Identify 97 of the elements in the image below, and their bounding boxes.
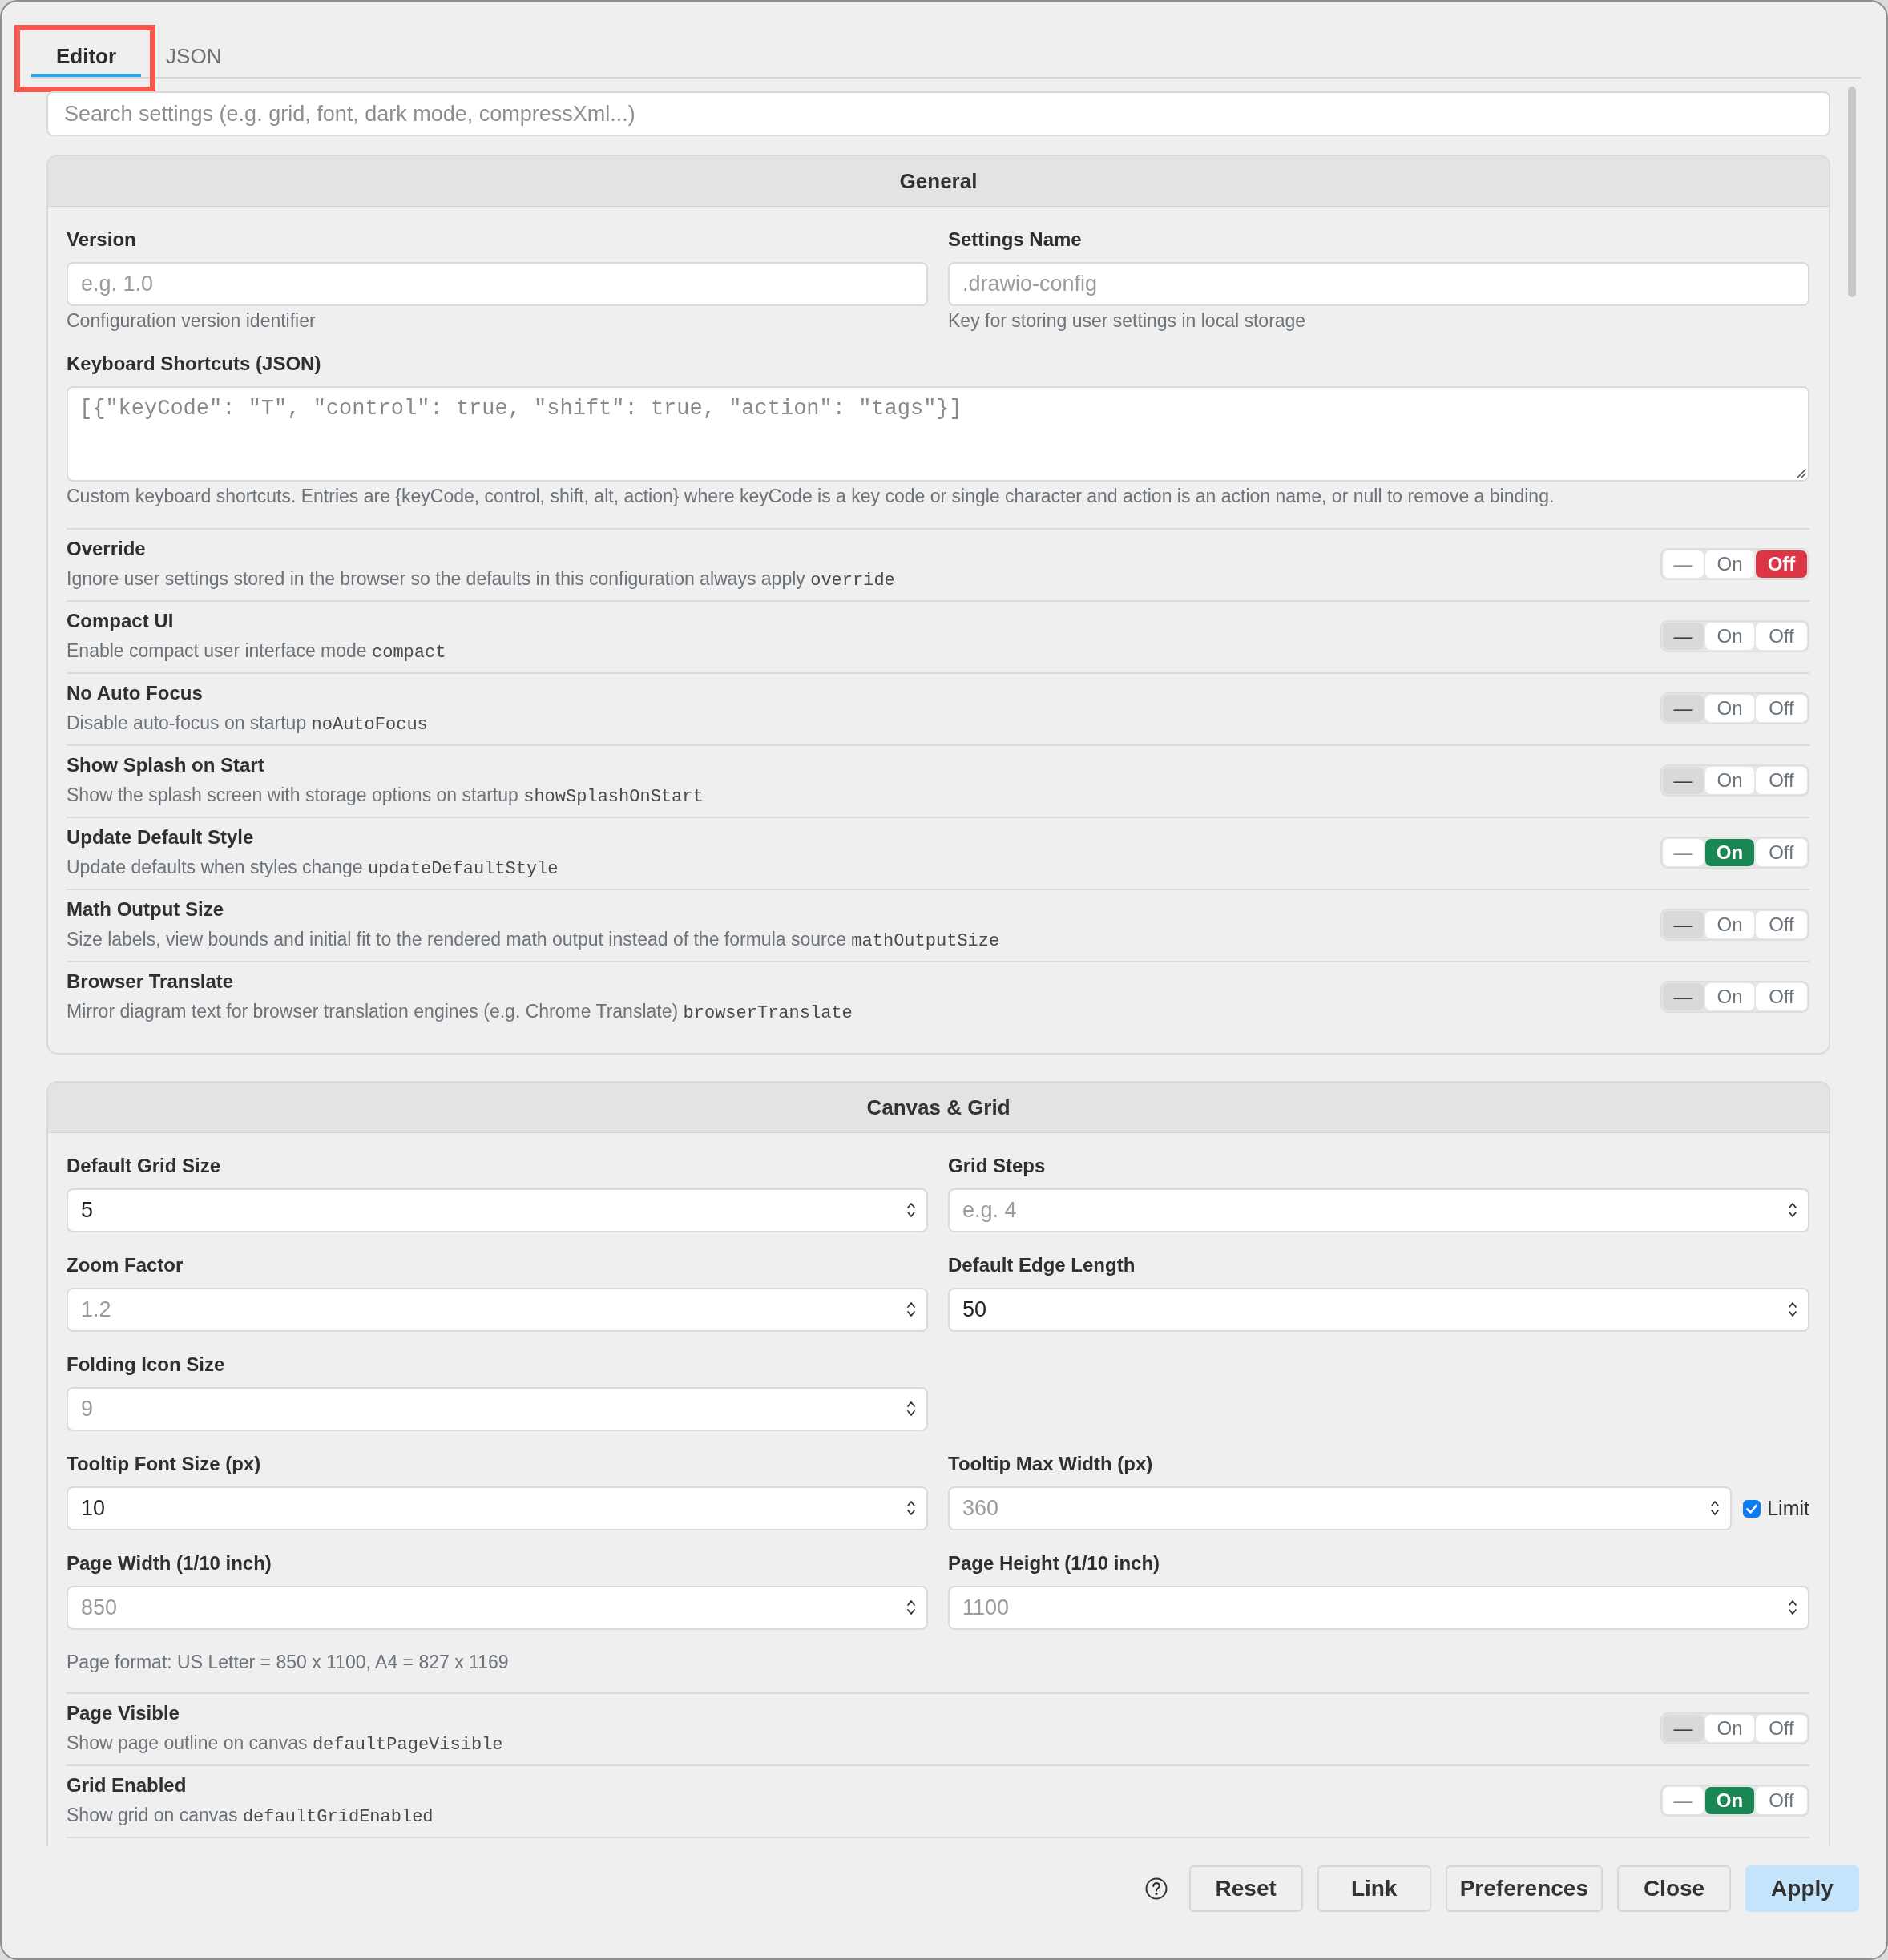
stepper-icon[interactable]	[1710, 1499, 1721, 1517]
search-field[interactable]: Search settings (e.g. grid, font, dark mode, compressXml...)	[46, 91, 1830, 136]
setting-title: Page Visible	[67, 1702, 180, 1724]
setting-title: No Auto Focus	[67, 682, 203, 704]
setting-description: Show grid on canvas defaultGridEnabled	[67, 1804, 434, 1826]
setting-description: Size labels, view bounds and initial fit to the rendered math output instead of the formula source mathOutputSize	[67, 928, 1000, 950]
textarea-field[interactable]: [{"keyCode": "T", "control": true, "shift": true, "action": "tags"}]	[67, 386, 1809, 482]
number-field[interactable]: 1100	[948, 1586, 1809, 1630]
setting-title: Update Default Style	[67, 826, 254, 849]
number-field[interactable]: e.g. 4	[948, 1188, 1809, 1232]
toggle-option[interactable]: Off	[1756, 910, 1807, 938]
primary-button[interactable]: Apply	[1745, 1865, 1859, 1912]
toggle-option[interactable]: On	[1705, 910, 1754, 938]
field-label: Keyboard Shortcuts (JSON)	[67, 353, 321, 375]
stepper-icon[interactable]	[906, 1400, 916, 1418]
setting-description: Update defaults when styles change updateDefaultStyle	[67, 856, 559, 878]
toggle-option[interactable]: —	[1663, 1714, 1704, 1742]
setting-description: Show page outline on canvas defaultPageVisible	[67, 1732, 503, 1754]
toggle-option[interactable]: On	[1705, 622, 1754, 650]
toggle-option[interactable]: Off	[1756, 1714, 1807, 1742]
toggle-option[interactable]: Off	[1756, 766, 1807, 794]
dialog-button[interactable]: Close	[1617, 1865, 1731, 1912]
help-text: Key for storing user settings in local storage	[948, 310, 1306, 331]
toggle-option[interactable]: On	[1705, 982, 1754, 1010]
help-text: Custom keyboard shortcuts. Entries are {keyCode, control, shift, alt, action} where keyCode is a key code or single character and action is an action name, or null to remove a binding.	[67, 486, 1555, 506]
scrollbar-thumb[interactable]	[1848, 87, 1856, 297]
format-note: Page format: US Letter = 850 x 1100, A4 = 827 x 1169	[67, 1651, 509, 1672]
text-field[interactable]: e.g. 1.0	[67, 262, 928, 306]
field-label: Folding Icon Size	[67, 1353, 225, 1376]
stepper-icon[interactable]	[906, 1201, 916, 1219]
field-label: Default Edge Length	[948, 1254, 1136, 1276]
text-field[interactable]: .drawio-config	[948, 262, 1809, 306]
field-label: Version	[67, 228, 136, 251]
dialog-button[interactable]: Link	[1317, 1865, 1431, 1912]
setting-title: Math Output Size	[67, 898, 224, 921]
toggle-option[interactable]: Off	[1756, 1786, 1807, 1814]
toggle-option[interactable]: —	[1663, 622, 1704, 650]
toggle-option[interactable]: On	[1705, 1786, 1754, 1814]
stepper-icon[interactable]	[1788, 1599, 1797, 1616]
setting-title: Grid Enabled	[67, 1774, 187, 1797]
help-icon[interactable]	[1144, 1877, 1168, 1900]
toggle-option[interactable]: On	[1705, 766, 1754, 794]
field-label: Page Height (1/10 inch)	[948, 1552, 1160, 1575]
number-field[interactable]: 5	[67, 1188, 928, 1232]
help-text: Configuration version identifier	[67, 310, 316, 331]
stepper-icon[interactable]	[1788, 1301, 1797, 1318]
number-field[interactable]: 1.2	[67, 1288, 928, 1332]
toggle-option[interactable]: —	[1663, 982, 1704, 1010]
toggle-option[interactable]: —	[1663, 694, 1704, 722]
section-title: General	[899, 169, 978, 193]
toggle-option[interactable]: On	[1705, 1714, 1754, 1742]
setting-description: Mirror diagram text for browser translation engines (e.g. Chrome Translate) browserTranslate	[67, 1000, 853, 1022]
field-label: Tooltip Max Width (px)	[948, 1453, 1153, 1475]
setting-description: Disable auto-focus on startup noAutoFocus	[67, 712, 428, 734]
tab[interactable]: JSON	[141, 32, 247, 77]
toggle-option[interactable]: On	[1705, 838, 1754, 866]
dialog-button[interactable]: Reset	[1188, 1865, 1303, 1912]
number-field[interactable]: 50	[948, 1288, 1809, 1332]
checkbox[interactable]	[1743, 1499, 1761, 1518]
field-label: Settings Name	[948, 228, 1082, 251]
field-label: Grid Steps	[948, 1155, 1046, 1177]
stepper-icon[interactable]	[906, 1499, 916, 1517]
toggle-option[interactable]: Off	[1756, 550, 1807, 578]
toggle-option[interactable]: Off	[1756, 622, 1807, 650]
stepper-icon[interactable]	[906, 1301, 916, 1318]
setting-title: Browser Translate	[67, 970, 234, 993]
toggle-option[interactable]: On	[1705, 550, 1754, 578]
section-title: Canvas & Grid	[866, 1095, 1011, 1119]
setting-description: Show the splash screen with storage options on startup showSplashOnStart	[67, 784, 704, 806]
tab[interactable]: Editor	[31, 32, 142, 77]
field-label: Page Width (1/10 inch)	[67, 1552, 272, 1575]
toggle-option[interactable]: —	[1663, 910, 1704, 938]
toggle-option[interactable]: Off	[1756, 694, 1807, 722]
field-label: Tooltip Font Size (px)	[67, 1453, 261, 1475]
toggle-option[interactable]: Off	[1756, 982, 1807, 1010]
toggle-option[interactable]: —	[1663, 838, 1704, 866]
setting-title: Compact UI	[67, 610, 174, 632]
toggle-option[interactable]: —	[1663, 766, 1704, 794]
number-field[interactable]: 360	[948, 1486, 1733, 1530]
toggle-option[interactable]: On	[1705, 694, 1754, 722]
field-label: Default Grid Size	[67, 1155, 221, 1177]
setting-title: Show Splash on Start	[67, 754, 264, 776]
checkbox-label: Limit	[1767, 1497, 1809, 1520]
number-field[interactable]: 10	[67, 1486, 928, 1530]
setting-title: Override	[67, 538, 146, 560]
toggle-option[interactable]: —	[1663, 550, 1704, 578]
number-field[interactable]: 9	[67, 1387, 928, 1431]
number-field[interactable]: 850	[67, 1586, 928, 1630]
field-label: Zoom Factor	[67, 1254, 184, 1276]
toggle-option[interactable]: —	[1663, 1786, 1704, 1814]
dialog-button[interactable]: Preferences	[1445, 1865, 1603, 1912]
stepper-icon[interactable]	[1788, 1201, 1797, 1219]
setting-description: Enable compact user interface mode compact	[67, 639, 446, 662]
stepper-icon[interactable]	[906, 1599, 916, 1616]
resize-grip-icon[interactable]	[1795, 467, 1806, 478]
setting-description: Ignore user settings stored in the browser so the defaults in this configuration always apply override	[67, 567, 895, 590]
toggle-option[interactable]: Off	[1756, 838, 1807, 866]
